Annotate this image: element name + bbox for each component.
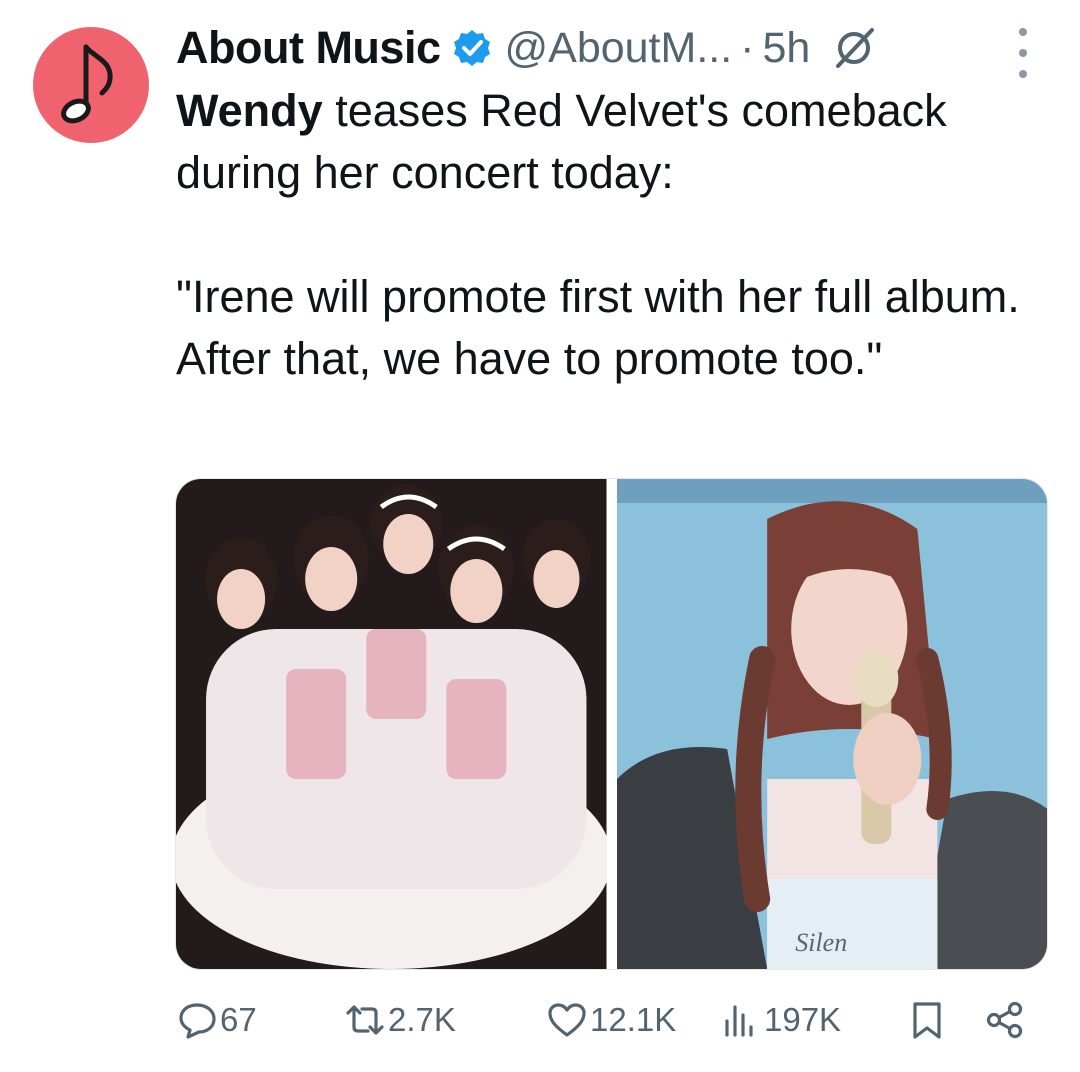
separator: · bbox=[740, 23, 755, 72]
tweet-text: Wendy teases Red Velvet's comeback durin… bbox=[176, 80, 1056, 390]
like-button[interactable]: 12.1K bbox=[546, 995, 676, 1045]
concert-photo[interactable]: Silen bbox=[616, 479, 1047, 969]
repost-button[interactable]: 2.7K bbox=[344, 995, 456, 1045]
views-button[interactable]: 197K bbox=[720, 995, 841, 1045]
reply-count: 67 bbox=[220, 1001, 257, 1038]
like-icon bbox=[548, 1003, 586, 1037]
action-bar: 67 2.7K 12.1K 197K bbox=[176, 995, 1036, 1045]
views-icon bbox=[725, 1005, 753, 1037]
share-icon bbox=[986, 1001, 1023, 1039]
mention-bold: Wendy bbox=[176, 85, 323, 136]
avatar[interactable] bbox=[33, 27, 149, 143]
reply-button[interactable]: 67 bbox=[176, 995, 257, 1045]
timestamp[interactable]: 5h bbox=[763, 24, 811, 73]
share-button[interactable] bbox=[984, 995, 1026, 1045]
repost-icon bbox=[346, 1005, 384, 1035]
reply-icon bbox=[179, 1003, 216, 1039]
more-icon[interactable] bbox=[1010, 28, 1036, 78]
tweet-quote: "Irene will promote first with her full … bbox=[176, 271, 1020, 384]
group-photo[interactable] bbox=[176, 479, 607, 969]
shirt-watermark: Silen bbox=[795, 928, 847, 957]
tweet-header: About Music @AboutM... · 5h bbox=[176, 18, 876, 78]
views-count: 197K bbox=[764, 1001, 842, 1038]
display-name[interactable]: About Music bbox=[176, 22, 441, 74]
music-note-icon bbox=[61, 44, 113, 124]
verified-badge-icon bbox=[454, 30, 491, 66]
repost-count: 2.7K bbox=[388, 1001, 456, 1038]
handle[interactable]: @AboutM... bbox=[504, 24, 732, 73]
bookmark-button[interactable] bbox=[906, 995, 948, 1045]
bookmark-icon bbox=[913, 1002, 941, 1039]
like-count: 12.1K bbox=[590, 1001, 677, 1038]
grok-icon[interactable] bbox=[832, 26, 876, 70]
media-grid: Silen bbox=[175, 478, 1048, 970]
